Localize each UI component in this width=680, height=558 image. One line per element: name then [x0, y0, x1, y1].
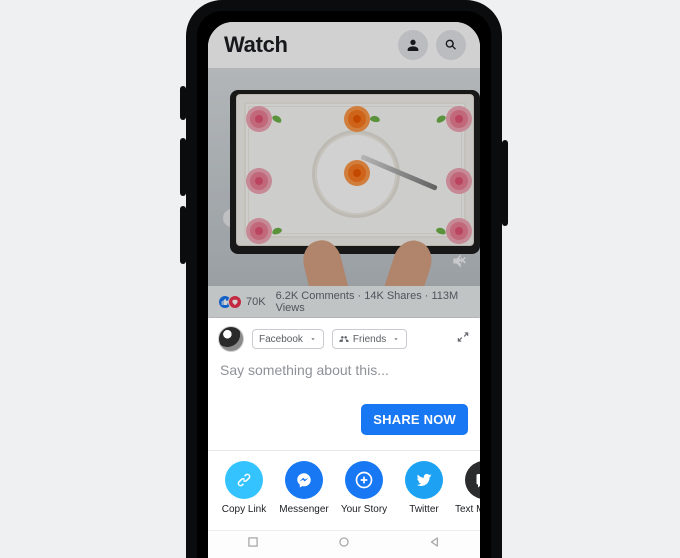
rose-decoration: [446, 218, 472, 244]
share-target-label: Copy Link: [215, 504, 273, 515]
share-sheet-header: Facebook Friends: [208, 318, 480, 358]
rose-decoration: [446, 106, 472, 132]
square-icon: [246, 535, 260, 549]
profile-button[interactable]: [398, 30, 428, 60]
chevron-down-icon: [309, 335, 317, 343]
reaction-count: 70K: [246, 296, 266, 308]
share-target-messenger[interactable]: Messenger: [275, 461, 333, 515]
mute-icon[interactable]: [450, 251, 470, 276]
avatar[interactable]: [218, 326, 244, 352]
phone-power-button: [502, 140, 508, 226]
compose-placeholder: Say something about this...: [220, 362, 389, 378]
triangle-back-icon: [428, 535, 442, 549]
share-target-twitter[interactable]: Twitter: [395, 461, 453, 515]
nav-home-button[interactable]: [337, 535, 351, 554]
phone-mockup: Watch: [186, 0, 502, 558]
video-stats-text: 6.2K Comments · 14K Shares · 113M Views: [276, 290, 470, 314]
rose-decoration: [344, 106, 370, 132]
share-target-label: Text Message: [455, 504, 480, 515]
share-now-button[interactable]: SHARE NOW: [361, 404, 468, 435]
reactions[interactable]: 70K: [218, 295, 266, 309]
destination-label: Facebook: [259, 334, 303, 345]
search-button[interactable]: [436, 30, 466, 60]
messenger-icon: [285, 461, 323, 499]
nav-recent-button[interactable]: [246, 535, 260, 554]
rose-decoration: [446, 168, 472, 194]
page-title: Watch: [224, 32, 288, 58]
watch-header: Watch: [208, 22, 480, 68]
destination-chip[interactable]: Facebook: [252, 329, 324, 349]
friends-icon: [339, 334, 349, 344]
audience-label: Friends: [353, 334, 386, 345]
share-target-label: Your Story: [335, 504, 393, 515]
rose-decoration: [246, 218, 272, 244]
search-icon: [443, 37, 459, 53]
expand-sheet-button[interactable]: [456, 330, 470, 349]
love-icon: [228, 295, 242, 309]
chevron-down-icon: [392, 335, 400, 343]
share-target-your-story[interactable]: Your Story: [335, 461, 393, 515]
share-target-label: Messenger: [275, 504, 333, 515]
compose-input[interactable]: Say something about this...: [208, 358, 480, 378]
sms-icon: [465, 461, 480, 499]
nav-back-button[interactable]: [428, 535, 442, 554]
share-target-copy-link[interactable]: Copy Link: [215, 461, 273, 515]
share-sheet: Facebook Friends Say something about thi…: [208, 318, 480, 558]
audience-chip[interactable]: Friends: [332, 329, 407, 349]
share-target-text-message[interactable]: Text Message: [455, 461, 480, 515]
android-nav-bar: [208, 530, 480, 558]
plus-circle-icon: [345, 461, 383, 499]
share-target-label: Twitter: [395, 504, 453, 515]
person-icon: [405, 37, 421, 53]
video-stats-bar: 70K 6.2K Comments · 14K Shares · 113M Vi…: [208, 286, 480, 318]
rose-decoration: [246, 106, 272, 132]
screen: Watch: [208, 22, 480, 558]
rose-decoration: [344, 160, 370, 186]
expand-icon: [456, 330, 470, 344]
share-targets-row[interactable]: Copy Link Messenger Your Story: [208, 450, 480, 530]
phone-frame: Watch: [186, 0, 502, 558]
circle-icon: [337, 535, 351, 549]
link-icon: [225, 461, 263, 499]
twitter-icon: [405, 461, 443, 499]
video-thumbnail[interactable]: [208, 68, 480, 286]
rose-decoration: [246, 168, 272, 194]
